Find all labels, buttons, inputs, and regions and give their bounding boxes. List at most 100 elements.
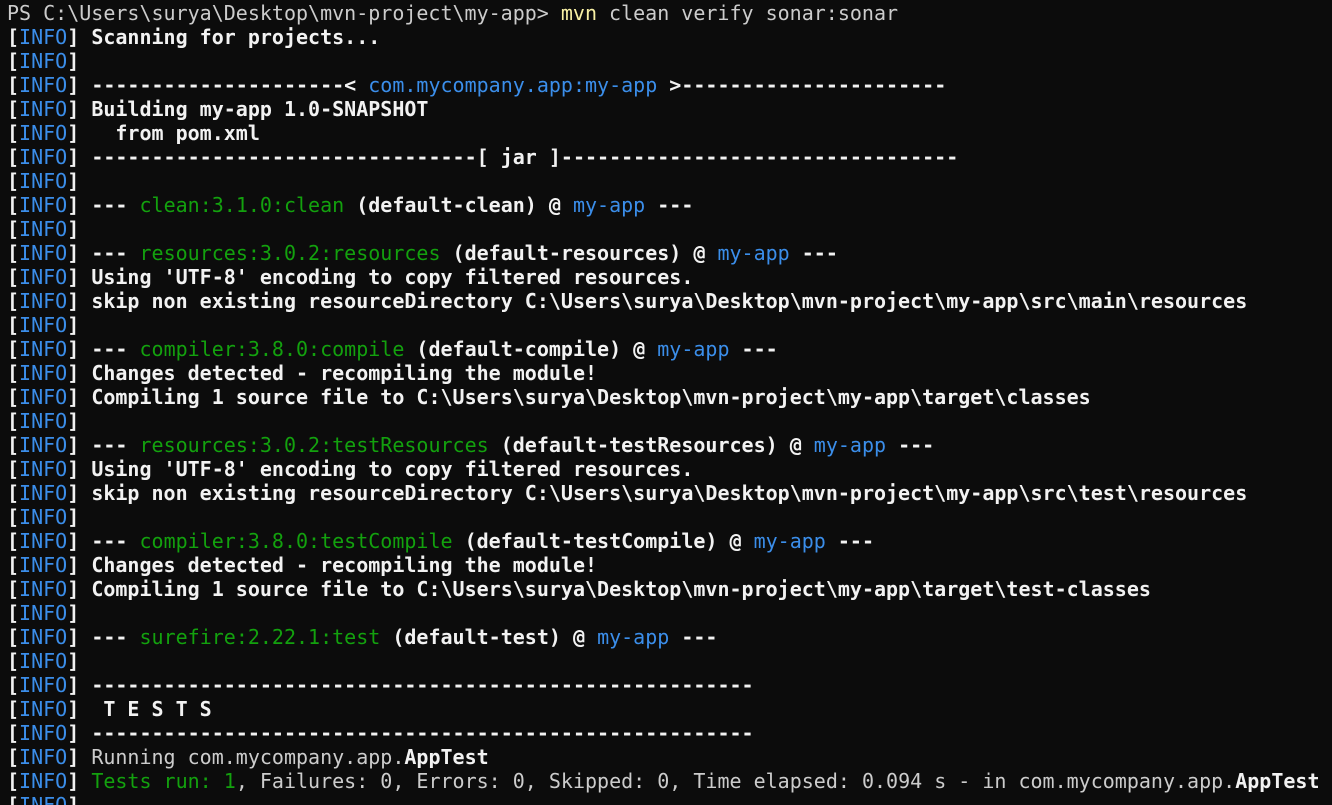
log-text: AppTest — [404, 745, 489, 769]
log-level-label: INFO — [19, 649, 68, 673]
log-text: --- — [91, 433, 140, 457]
log-line: [INFO] Running com.mycompany.app.AppTest — [7, 745, 1332, 769]
log-text: ] — [67, 577, 92, 601]
log-text: ----------------------------------------… — [91, 721, 754, 745]
log-text: ] — [67, 721, 92, 745]
log-text: Running com.mycompany.app. — [91, 745, 405, 769]
log-text: ] — [67, 673, 92, 697]
log-line: [INFO] — [7, 49, 1332, 73]
log-text: ] — [67, 361, 92, 385]
log-level-label: INFO — [19, 121, 68, 145]
log-text: my-app — [572, 193, 646, 217]
terminal-window[interactable]: PS C:\Users\surya\Desktop\mvn-project\my… — [0, 0, 1332, 805]
command-prompt-line: PS C:\Users\surya\Desktop\mvn-project\my… — [7, 1, 1332, 25]
log-text: Building my-app 1.0-SNAPSHOT — [91, 97, 429, 121]
log-text: ] — [67, 457, 92, 481]
log-text: AppTest — [1235, 769, 1320, 793]
prompt-text: clean verify sonar:sonar — [597, 1, 899, 25]
log-level-label: INFO — [19, 697, 68, 721]
log-line: [INFO] — [7, 313, 1332, 337]
log-level-label: INFO — [19, 145, 68, 169]
log-text: ] — [67, 745, 92, 769]
log-level-label: INFO — [19, 49, 68, 73]
plugin-goal: compiler:3.8.0:compile — [139, 337, 405, 361]
plugin-goal: Tests run: 1 — [91, 769, 236, 793]
log-text: ] — [67, 265, 92, 289]
log-text: [ — [7, 673, 20, 697]
log-text: com.mycompany.app:my-app — [368, 73, 658, 97]
log-level-label: INFO — [19, 457, 68, 481]
log-line: [INFO] --------------------------------[… — [7, 145, 1332, 169]
log-level-label: INFO — [19, 673, 68, 697]
log-text: [ — [7, 97, 20, 121]
log-text: [ — [7, 241, 20, 265]
log-text: ] — [67, 529, 92, 553]
log-text: >---------------------- — [657, 73, 947, 97]
log-text: [ — [7, 697, 20, 721]
log-text: (default-testCompile) @ — [452, 529, 754, 553]
log-text: [ — [7, 433, 20, 457]
log-line: [INFO] Tests run: 1, Failures: 0, Errors… — [7, 769, 1332, 793]
log-text: ] — [67, 73, 92, 97]
log-level-label: INFO — [19, 73, 68, 97]
log-text: Changes detected - recompiling the modul… — [91, 553, 598, 577]
log-line: [INFO] --- resources:3.0.2:resources (de… — [7, 241, 1332, 265]
log-text: --- — [789, 241, 838, 265]
log-line: [INFO] --- clean:3.1.0:clean (default-cl… — [7, 193, 1332, 217]
log-line: [INFO] Changes detected - recompiling th… — [7, 553, 1332, 577]
log-text: [ — [7, 553, 20, 577]
log-text: ] — [67, 553, 92, 577]
log-text: [ — [7, 73, 20, 97]
log-line: [INFO] — [7, 793, 1332, 805]
log-text: --- — [729, 337, 778, 361]
log-text: skip non existing resourceDirectory C:\U… — [91, 289, 1248, 313]
log-text: [ — [7, 49, 20, 73]
plugin-goal: clean:3.1.0:clean — [139, 193, 345, 217]
log-text: ] — [67, 337, 92, 361]
log-text: (default-testResources) @ — [488, 433, 814, 457]
log-level-label: INFO — [19, 745, 68, 769]
log-level-label: INFO — [19, 169, 68, 193]
log-text: ] — [67, 769, 92, 793]
log-text: ] — [67, 649, 80, 673]
plugin-goal: surefire:2.22.1:test — [139, 625, 381, 649]
log-text: [ — [7, 505, 20, 529]
log-level-label: INFO — [19, 313, 68, 337]
log-text: [ — [7, 601, 20, 625]
log-text: ] — [67, 481, 92, 505]
log-text: my-app — [813, 433, 887, 457]
log-text: Compiling 1 source file to C:\Users\sury… — [91, 577, 1151, 601]
log-text: ----------------------------------------… — [91, 673, 754, 697]
log-text: [ — [7, 721, 20, 745]
log-line: [INFO] ---------------------------------… — [7, 673, 1332, 697]
plugin-goal: compiler:3.8.0:testCompile — [139, 529, 453, 553]
log-line: [INFO] Building my-app 1.0-SNAPSHOT — [7, 97, 1332, 121]
log-text: ] — [67, 169, 80, 193]
log-level-label: INFO — [19, 289, 68, 313]
log-text: --- — [91, 241, 140, 265]
log-text: [ — [7, 529, 20, 553]
log-text: ] — [67, 385, 92, 409]
log-text: ] — [67, 433, 92, 457]
log-line: [INFO] — [7, 409, 1332, 433]
log-text: [ — [7, 625, 20, 649]
log-line: [INFO] — [7, 601, 1332, 625]
log-text: [ — [7, 25, 20, 49]
log-text: ] — [67, 145, 92, 169]
log-text: [ — [7, 481, 20, 505]
log-text: Using 'UTF-8' encoding to copy filtered … — [91, 457, 694, 481]
log-line: [INFO] Compiling 1 source file to C:\Use… — [7, 385, 1332, 409]
log-text: Changes detected - recompiling the modul… — [91, 361, 598, 385]
log-level-label: INFO — [19, 193, 68, 217]
log-text: ] — [67, 289, 92, 313]
log-text: Compiling 1 source file to C:\Users\sury… — [91, 385, 1091, 409]
log-text: [ — [7, 745, 20, 769]
log-level-label: INFO — [19, 721, 68, 745]
log-text: --- — [91, 625, 140, 649]
log-text: my-app — [753, 529, 826, 553]
log-level-label: INFO — [19, 481, 68, 505]
log-text: --- — [645, 193, 694, 217]
log-line: [INFO] skip non existing resourceDirecto… — [7, 481, 1332, 505]
log-text: ] — [67, 121, 92, 145]
log-text: ---------------------< — [91, 73, 369, 97]
